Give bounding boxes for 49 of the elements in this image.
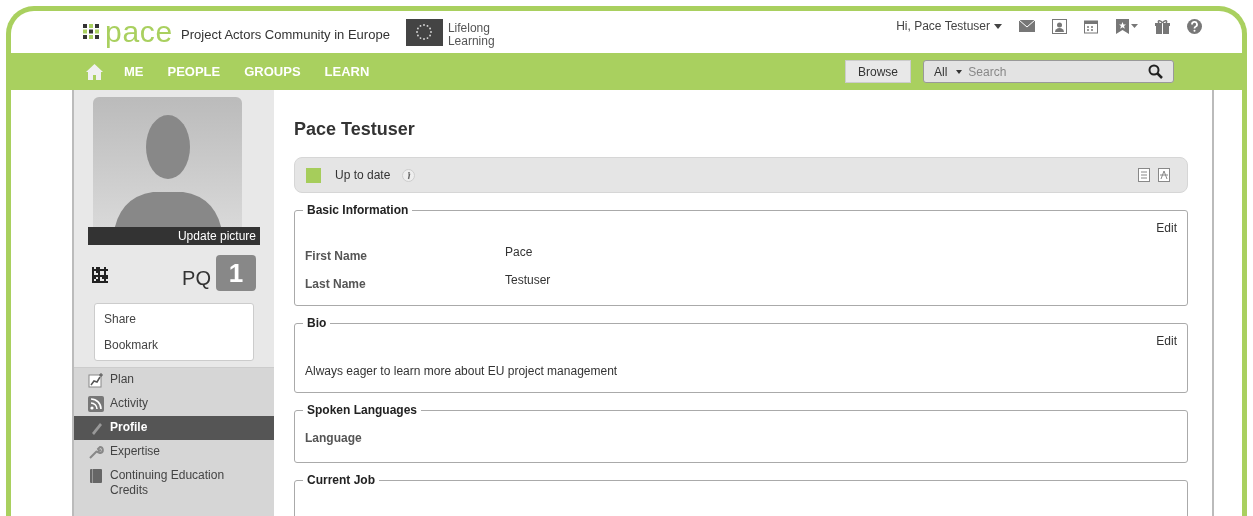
- field-label: Last Name: [305, 276, 367, 293]
- browse-button[interactable]: Browse: [845, 60, 911, 83]
- user-menu[interactable]: Hi, Pace Testuser: [896, 17, 1002, 35]
- info-icon[interactable]: [402, 168, 416, 182]
- initials: PQ: [182, 266, 211, 291]
- field-label: Language: [305, 430, 363, 447]
- level-badge: 1: [216, 255, 256, 291]
- document-icon[interactable]: [1138, 168, 1150, 182]
- sidebar-item[interactable]: Expertise: [74, 440, 274, 464]
- action-link[interactable]: Bookmark: [104, 336, 244, 354]
- sidebar-item[interactable]: Profile: [74, 416, 274, 440]
- qr-code-icon: [92, 267, 108, 283]
- status-label: Up to date: [335, 167, 391, 184]
- bookmark-menu-icon[interactable]: [1116, 18, 1138, 34]
- section-title: Bio: [306, 315, 328, 332]
- section-title: Current Job: [306, 472, 376, 489]
- sidebar-item[interactable]: Continuing Education Credits: [74, 464, 274, 502]
- rss-icon: [88, 396, 104, 412]
- section-title: Basic Information: [306, 202, 410, 219]
- bio-text: Always eager to learn more about EU project management: [305, 363, 619, 380]
- sidebar-item[interactable]: Activity: [74, 392, 274, 416]
- action-link[interactable]: Share: [104, 310, 244, 328]
- mail-icon[interactable]: [1019, 20, 1035, 32]
- gift-icon[interactable]: [1155, 18, 1170, 34]
- search-icon[interactable]: [1148, 64, 1163, 79]
- book-icon: [88, 468, 104, 484]
- edit-link[interactable]: Edit: [1156, 219, 1177, 237]
- wrench-icon: [88, 444, 104, 460]
- field-value: Pace: [505, 244, 533, 261]
- field-value: Testuser: [505, 272, 551, 289]
- field-label: First Name: [305, 248, 369, 265]
- chart-icon: [88, 372, 104, 388]
- sidebar-item[interactable]: Plan: [74, 368, 274, 392]
- update-picture-button[interactable]: Update picture: [88, 227, 260, 245]
- profile-name: Pace Testuser: [294, 118, 416, 141]
- pdf-icon[interactable]: [1158, 168, 1170, 182]
- logo-text: pace: [105, 17, 174, 47]
- search-field[interactable]: All Search: [923, 60, 1174, 83]
- caret-icon: [956, 69, 963, 74]
- scope-dropdown[interactable]: All: [934, 62, 963, 81]
- tagline: Project Actors Community in Europe: [181, 26, 390, 45]
- caret-icon: [994, 23, 1002, 29]
- flag-icon: [405, 18, 443, 46]
- edit-link[interactable]: Edit: [1156, 332, 1177, 350]
- section-title: Spoken Languages: [306, 402, 419, 419]
- calendar-icon[interactable]: [1084, 18, 1099, 34]
- partner-label: Lifelong Learning: [447, 22, 495, 48]
- help-icon[interactable]: [1187, 18, 1202, 34]
- contact-card-icon[interactable]: [1052, 18, 1067, 34]
